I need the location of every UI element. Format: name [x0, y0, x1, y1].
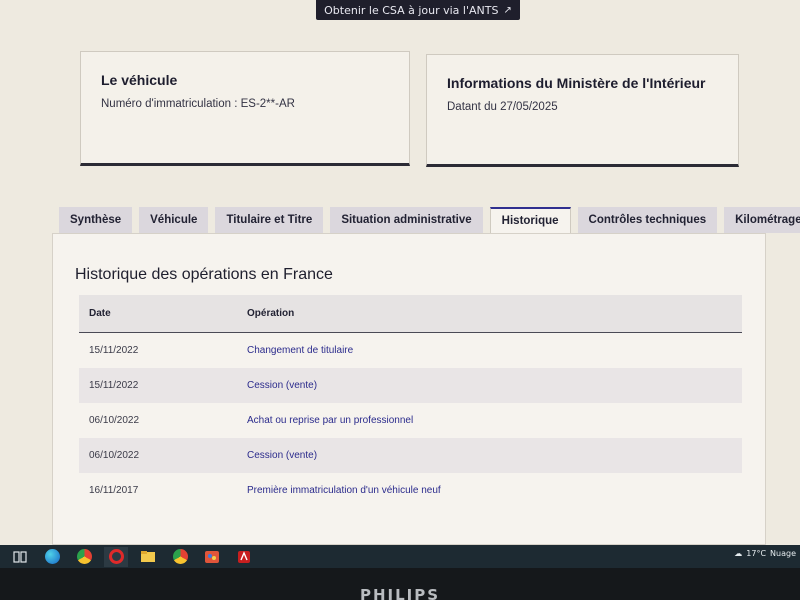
history-table-header: Date Opération [79, 295, 742, 333]
vehicule-card-title: Le véhicule [101, 72, 178, 88]
tab-bar: Synthèse Véhicule Titulaire et Titre Sit… [59, 207, 800, 233]
row-operation: Cession (vente) [247, 450, 318, 461]
ministere-card: Informations du Ministère de l'Intérieur… [426, 54, 739, 167]
column-header-operation: Opération [247, 308, 295, 319]
ministere-card-title: Informations du Ministère de l'Intérieur [447, 75, 706, 91]
row-operation: Changement de titulaire [247, 345, 354, 356]
immatriculation-text: Numéro d'immatriculation : ES-2**-AR [101, 98, 295, 110]
row-operation: Cession (vente) [247, 380, 318, 391]
tab-titulaire-titre[interactable]: Titulaire et Titre [215, 207, 324, 233]
tab-controles-techniques[interactable]: Contrôles techniques [577, 207, 718, 233]
historique-panel: Historique des opérations en France Date… [52, 233, 766, 545]
history-title: Historique des opérations en France [75, 266, 333, 283]
table-row: 16/11/2017 Première immatriculation d'un… [79, 473, 742, 508]
vehicule-card: Le véhicule Numéro d'immatriculation : E… [80, 51, 410, 166]
ministere-date-text: Datant du 27/05/2025 [447, 101, 558, 113]
tab-situation-administrative[interactable]: Situation administrative [330, 207, 483, 233]
chrome-icon[interactable] [72, 547, 96, 567]
row-date: 06/10/2022 [89, 450, 140, 461]
row-date: 06/10/2022 [89, 415, 140, 426]
row-date: 15/11/2022 [89, 345, 139, 356]
row-date: 16/11/2017 [89, 485, 139, 496]
tab-historique[interactable]: Historique [489, 207, 571, 233]
table-row: 15/11/2022 Changement de titulaire [79, 333, 742, 368]
tab-kilometrage[interactable]: Kilométrage [724, 207, 800, 233]
windows-taskbar: ☁ 17°C Nuage [0, 545, 800, 568]
table-row: 06/10/2022 Cession (vente) [79, 438, 742, 473]
weather-condition: Nuage [770, 549, 796, 558]
acrobat-icon[interactable] [232, 547, 256, 567]
row-date: 15/11/2022 [89, 380, 139, 391]
ants-csa-button[interactable]: Obtenir le CSA à jour via l'ANTS ↗ [316, 0, 520, 20]
tab-vehicule[interactable]: Véhicule [139, 207, 209, 233]
weather-temperature: 17°C [746, 549, 767, 558]
monitor-brand: PHILIPS [359, 586, 441, 600]
tab-synthese[interactable]: Synthèse [59, 207, 133, 233]
file-explorer-icon[interactable] [136, 547, 160, 567]
history-table: Date Opération 15/11/2022 Changement de … [79, 295, 742, 508]
task-view-icon[interactable] [8, 547, 32, 567]
ants-csa-button-label: Obtenir le CSA à jour via l'ANTS [324, 3, 499, 17]
row-operation: Achat ou reprise par un professionnel [247, 415, 414, 426]
chrome-profile-icon[interactable] [168, 547, 192, 567]
table-row: 15/11/2022 Cession (vente) [79, 368, 742, 403]
table-row: 06/10/2022 Achat ou reprise par un profe… [79, 403, 742, 438]
edge-icon[interactable] [40, 547, 64, 567]
opera-icon[interactable] [104, 546, 128, 567]
weather-widget[interactable]: ☁ 17°C Nuage [734, 549, 796, 558]
column-header-date: Date [89, 308, 111, 319]
paint-icon[interactable] [200, 547, 224, 567]
cloud-icon: ☁ [734, 549, 743, 558]
row-operation: Première immatriculation d'un véhicule n… [247, 485, 441, 496]
external-link-icon: ↗ [503, 4, 512, 16]
